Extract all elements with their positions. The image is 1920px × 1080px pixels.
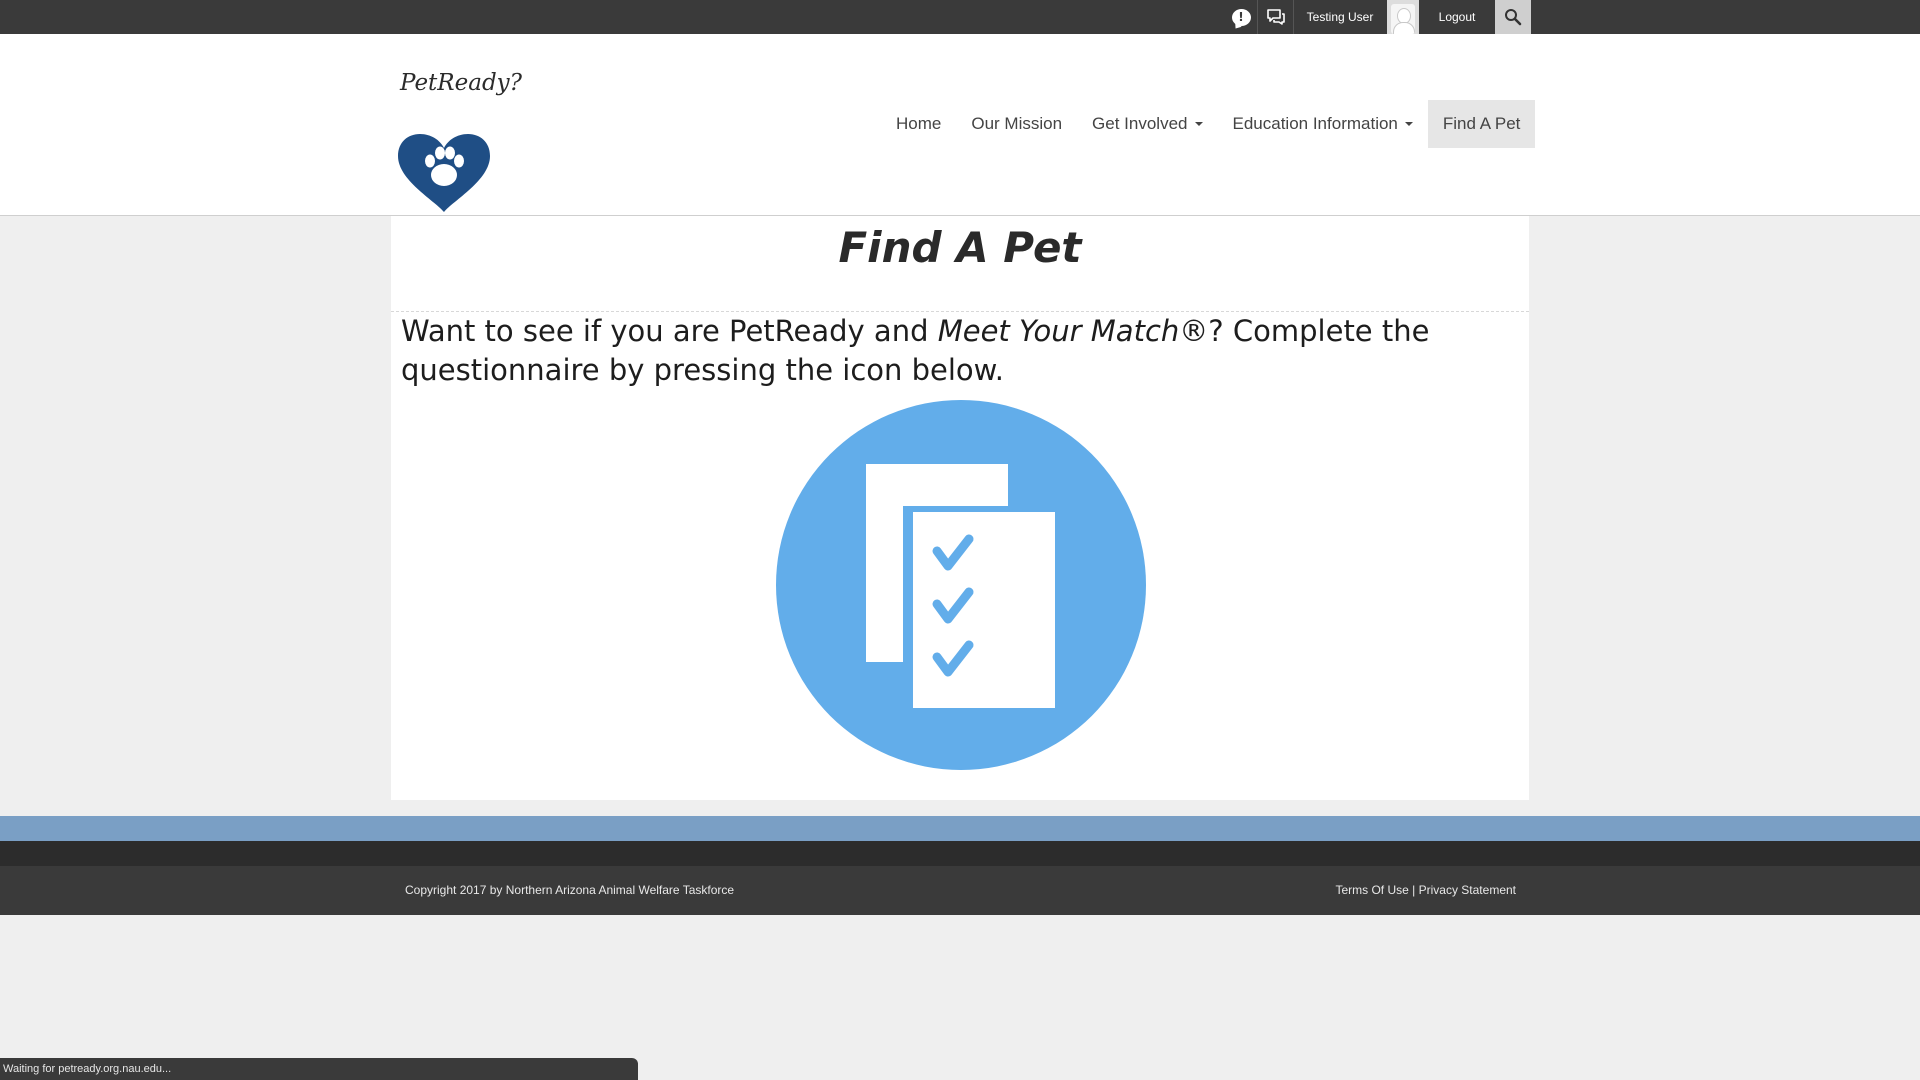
topbar-divider: [1257, 0, 1258, 34]
nav-label: Our Mission: [971, 114, 1063, 133]
copyright-text: Copyright 2017 by Northern Arizona Anima…: [405, 883, 735, 897]
logout-link[interactable]: Logout: [1429, 0, 1485, 34]
main-nav: Home Our Mission Get Involved Education …: [881, 100, 1536, 148]
nav-find-a-pet[interactable]: Find A Pet: [1427, 100, 1536, 148]
nav-get-involved[interactable]: Get Involved: [1077, 100, 1217, 148]
user-avatar-icon: [1391, 4, 1415, 34]
footer-accent-band: [0, 816, 1920, 841]
footer-dark-band: [0, 841, 1920, 866]
terms-of-use-link[interactable]: Terms Of Use: [1335, 883, 1408, 897]
privacy-statement-link[interactable]: Privacy Statement: [1419, 883, 1516, 897]
user-name-link[interactable]: Testing User: [1301, 0, 1379, 34]
magnifier-icon: [1505, 9, 1522, 26]
nav-label: Find A Pet: [1442, 114, 1521, 133]
intro-text: Want to see if you are PetReady and Meet…: [401, 312, 1511, 390]
footer-link-separator: |: [1412, 883, 1416, 897]
main-content: Find A Pet Want to see if you are PetRea…: [391, 216, 1529, 800]
questionnaire-button[interactable]: [776, 400, 1146, 770]
heart-paw-icon: [398, 134, 490, 212]
search-button[interactable]: [1495, 0, 1531, 34]
checklist-icon: [776, 400, 1146, 770]
caret-down-icon: [1404, 122, 1413, 126]
footer-links: Terms Of Use | Privacy Statement: [1335, 883, 1516, 897]
user-avatar[interactable]: [1387, 0, 1419, 34]
site-footer: Copyright 2017 by Northern Arizona Anima…: [0, 866, 1920, 915]
topbar-divider: [1293, 0, 1294, 34]
nav-label: Get Involved: [1092, 114, 1188, 133]
caret-down-icon: [1194, 122, 1203, 126]
top-bar: ! Testing User Logout: [0, 0, 1920, 34]
nav-education-information[interactable]: Education Information: [1218, 100, 1428, 148]
exclamation-bubble-icon: !: [1231, 8, 1251, 26]
nav-label: Education Information: [1232, 114, 1398, 133]
site-header: PetReady? Home Our Mission Get Involved …: [0, 34, 1920, 216]
intro-text-part1: Want to see if you are PetReady and: [401, 314, 938, 348]
nav-home[interactable]: Home: [881, 100, 956, 148]
messages-button[interactable]: [1259, 0, 1293, 34]
chat-bubbles-icon: [1267, 9, 1285, 25]
nav-our-mission[interactable]: Our Mission: [956, 100, 1077, 148]
page-title: Find A Pet: [838, 223, 1082, 272]
logo-text: PetReady?: [400, 70, 522, 96]
meet-your-match-text: Meet Your Match®: [937, 314, 1209, 348]
browser-status-bar: Waiting for petready.org.nau.edu...: [0, 1058, 638, 1080]
nav-label: Home: [896, 114, 942, 133]
site-logo[interactable]: PetReady?: [398, 70, 522, 218]
notifications-button[interactable]: !: [1225, 0, 1257, 34]
